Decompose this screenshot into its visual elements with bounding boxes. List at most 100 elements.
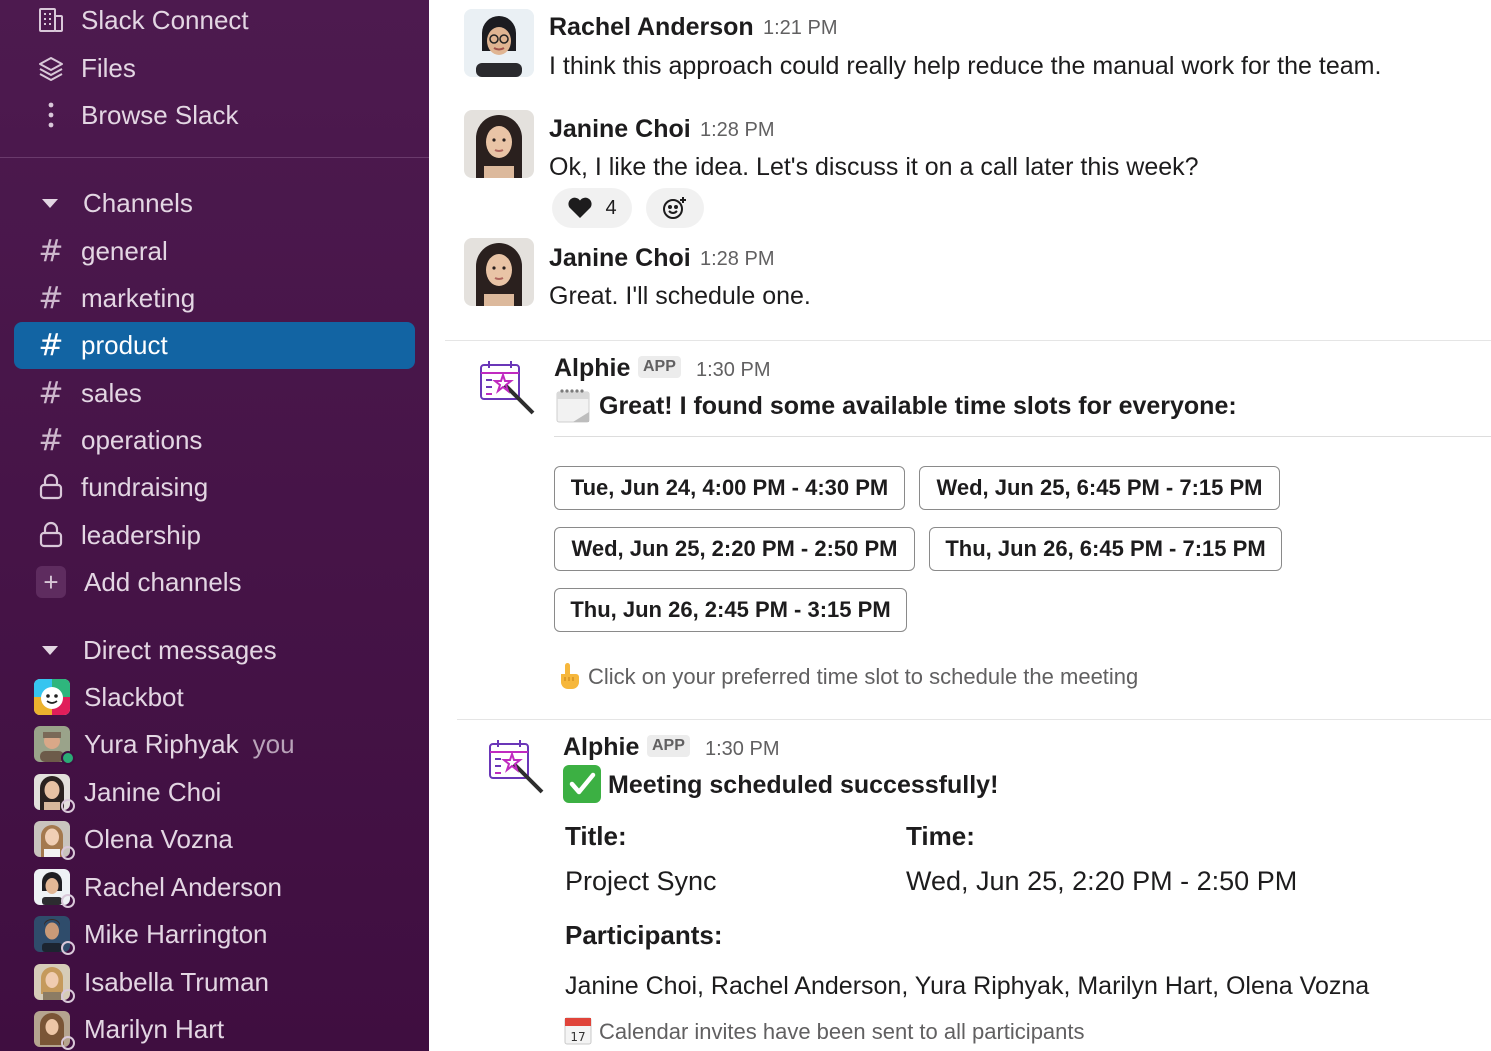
you-tag: you [252, 728, 295, 759]
calendar-icon: 17 [564, 1015, 592, 1045]
time-label: Time: [906, 821, 975, 851]
dm-label: Janine Choi [84, 776, 222, 807]
calendar-day: 17 [570, 1030, 585, 1044]
dm-section-toggle[interactable]: Direct messages [0, 627, 429, 673]
bot-headline: Great! I found some available time slots… [599, 392, 1237, 420]
title-label: Title: [565, 821, 627, 851]
channel-fundraising[interactable]: fundraising [0, 464, 429, 510]
add-channels-button[interactable]: + Add channels [0, 559, 429, 605]
more-vertical-icon [36, 100, 66, 130]
away-status-icon [61, 894, 75, 908]
time-slot-button[interactable]: Wed, Jun 25, 2:20 PM - 2:50 PM [554, 527, 915, 571]
heart-icon [567, 197, 593, 219]
message-text: I think this approach could really help … [549, 52, 1382, 80]
nav-label: Slack Connect [81, 4, 249, 35]
layers-icon [36, 53, 66, 83]
dm-label: Slackbot [84, 681, 184, 712]
dm-label: Marilyn Hart [84, 1013, 225, 1044]
slot-hint: Click on your preferred time slot to sch… [588, 664, 1139, 689]
channel-label: leadership [81, 519, 201, 550]
sender-name[interactable]: Janine Choi [549, 244, 691, 273]
channel-marketing[interactable]: # marketing [0, 275, 429, 321]
timestamp[interactable]: 1:21 PM [763, 17, 837, 40]
sender-name[interactable]: Alphie [554, 354, 630, 383]
sidebar-divider [0, 157, 429, 158]
dm-yura-riphyak[interactable]: Yura Riphyak you [0, 721, 429, 767]
time-slot-button[interactable]: Thu, Jun 26, 2:45 PM - 3:15 PM [554, 588, 907, 632]
dm-isabella-truman[interactable]: Isabella Truman [0, 959, 429, 1005]
add-emoji-icon [661, 194, 689, 222]
plus-icon: + [36, 566, 66, 598]
dm-rachel-anderson[interactable]: Rachel Anderson [0, 864, 429, 910]
channel-label: sales [81, 377, 142, 408]
timestamp[interactable]: 1:30 PM [705, 738, 779, 761]
participants-value: Janine Choi, Rachel Anderson, Yura Riphy… [565, 972, 1370, 1000]
dm-name: Yura Riphyak [84, 728, 239, 759]
away-status-icon [61, 989, 75, 1003]
section-divider [554, 436, 1491, 437]
timestamp[interactable]: 1:28 PM [700, 119, 774, 142]
channel-label: general [81, 235, 168, 266]
app-badge: APP [638, 356, 681, 378]
lock-icon [36, 520, 66, 550]
message-divider [457, 719, 1491, 720]
title-value: Project Sync [565, 866, 717, 896]
avatar[interactable] [464, 9, 534, 77]
channels-section-toggle[interactable]: Channels [0, 180, 429, 226]
bot-headline: Meeting scheduled successfully! [608, 771, 999, 799]
nav-browse-slack[interactable]: Browse Slack [0, 92, 429, 138]
sender-name[interactable]: Janine Choi [549, 115, 691, 144]
alphie-calendar-wand-icon[interactable] [486, 736, 548, 798]
timestamp[interactable]: 1:28 PM [700, 248, 774, 271]
avatar[interactable] [464, 238, 534, 306]
channel-leadership[interactable]: leadership [0, 512, 429, 558]
check-mark-icon [563, 765, 601, 803]
dm-slackbot[interactable]: Slackbot [0, 674, 429, 720]
alphie-calendar-wand-icon[interactable] [477, 357, 539, 419]
caret-down-icon [42, 645, 58, 655]
dm-janine-choi[interactable]: Janine Choi [0, 769, 429, 815]
nav-label: Browse Slack [81, 99, 239, 130]
spiral-calendar-icon [555, 386, 591, 424]
timestamp[interactable]: 1:30 PM [696, 359, 770, 382]
dm-label: Mike Harrington [84, 918, 268, 949]
channel-label: product [81, 329, 168, 360]
time-value: Wed, Jun 25, 2:20 PM - 2:50 PM [906, 866, 1298, 896]
channel-sales[interactable]: # sales [0, 370, 429, 416]
dm-marilyn-hart[interactable]: Marilyn Hart [0, 1006, 429, 1051]
hash-icon: # [38, 327, 64, 363]
sidebar: Slack Connect Files Browse Slack Channel… [0, 0, 429, 1051]
lock-icon [36, 472, 66, 502]
hash-icon: # [38, 422, 64, 458]
dm-olena-vozna[interactable]: Olena Vozna [0, 816, 429, 862]
away-status-icon [61, 846, 75, 860]
channel-label: marketing [81, 282, 196, 313]
heart-reaction[interactable]: 4 [552, 188, 632, 228]
channel-product[interactable]: # product [0, 322, 429, 368]
sender-name[interactable]: Rachel Anderson [549, 13, 754, 42]
building-icon [36, 5, 66, 35]
hash-icon: # [38, 233, 64, 269]
avatar[interactable] [464, 110, 534, 178]
dm-mike-harrington[interactable]: Mike Harrington [0, 911, 429, 957]
time-slot-button[interactable]: Thu, Jun 26, 6:45 PM - 7:15 PM [929, 527, 1282, 571]
channel-label: fundraising [81, 471, 209, 502]
caret-down-icon [42, 198, 58, 208]
time-slot-button[interactable]: Wed, Jun 25, 6:45 PM - 7:15 PM [919, 466, 1280, 510]
hash-icon: # [38, 280, 64, 316]
message-text: Ok, I like the idea. Let's discuss it on… [549, 153, 1199, 181]
sender-name[interactable]: Alphie [563, 733, 639, 762]
time-slot-button[interactable]: Tue, Jun 24, 4:00 PM - 4:30 PM [554, 466, 905, 510]
dm-label: Rachel Anderson [84, 871, 283, 902]
dm-header: Direct messages [83, 634, 277, 665]
nav-slack-connect[interactable]: Slack Connect [0, 0, 429, 43]
away-status-icon [61, 1036, 75, 1050]
add-reaction-button[interactable] [646, 188, 704, 228]
nav-files[interactable]: Files [0, 45, 429, 91]
away-status-icon [61, 799, 75, 813]
message-pane: Rachel Anderson 1:21 PM I think this app… [429, 0, 1491, 1051]
invite-footer: Calendar invites have been sent to all p… [599, 1019, 1085, 1044]
channel-general[interactable]: # general [0, 228, 429, 274]
channel-operations[interactable]: # operations [0, 417, 429, 463]
reaction-count: 4 [605, 196, 617, 219]
